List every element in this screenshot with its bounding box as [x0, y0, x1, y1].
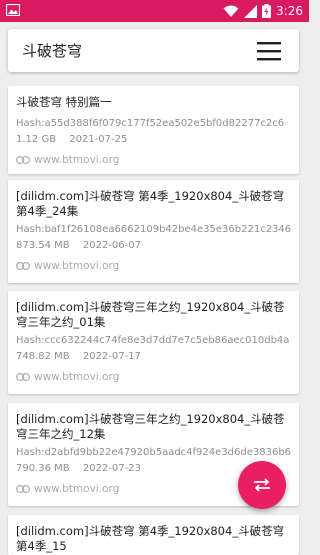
- result-size: 748.82 MB: [16, 351, 70, 362]
- result-source-label: www.btmovi.org: [34, 371, 120, 383]
- link-icon: [16, 373, 30, 381]
- result-meta: 873.54 MB 2022-06-07: [16, 240, 151, 251]
- result-source[interactable]: www.btmovi.org: [16, 260, 119, 272]
- swap-arrows-icon: [254, 478, 270, 492]
- result-card[interactable]: 斗破苍穹 特别篇一 Hash:a55d388f6f079c177f52ea502…: [8, 86, 299, 174]
- result-card[interactable]: [dilidm.com]斗破苍穹 第4季_1920x804_斗破苍穹第4季_24…: [8, 180, 299, 283]
- result-date: 2022-07-17: [82, 351, 141, 362]
- result-date: 2022-06-07: [82, 240, 141, 251]
- status-time: 3:26: [276, 4, 303, 18]
- result-card[interactable]: [dilidm.com]斗破苍穹三年之约_1920x804_斗破苍穹三年之约_0…: [8, 291, 299, 394]
- result-size: 790.36 MB: [16, 463, 70, 474]
- link-icon: [16, 485, 30, 493]
- signal-icon: [244, 4, 258, 18]
- result-date: 2021-07-25: [69, 134, 128, 145]
- battery-icon: [262, 4, 272, 18]
- link-icon: [16, 262, 30, 270]
- result-size: 1.12 GB: [16, 134, 57, 145]
- result-title: [dilidm.com]斗破苍穹三年之约_1920x804_斗破苍穹三年之约_1…: [16, 412, 285, 441]
- result-source[interactable]: www.btmovi.org: [16, 371, 119, 383]
- result-card[interactable]: [dilidm.com]斗破苍穹 第4季_1920x804_斗破苍穹第4季_15: [8, 515, 299, 555]
- app-bar: 斗破苍穹: [8, 29, 299, 72]
- result-source[interactable]: www.btmovi.org: [16, 154, 119, 166]
- result-title: [dilidm.com]斗破苍穹三年之约_1920x804_斗破苍穹三年之约_0…: [16, 300, 285, 329]
- result-hash: Hash:d2abfd9bb22e47920b5aadc4f924e3d6de3…: [16, 447, 292, 458]
- status-bar: 3:26: [0, 0, 309, 22]
- result-hash: Hash:a55d388f6f079c177f52ea502e5bf0d8227…: [16, 118, 285, 129]
- result-date: 2022-07-23: [82, 463, 141, 474]
- result-size: 873.54 MB: [16, 240, 70, 251]
- result-title: [dilidm.com]斗破苍穹 第4季_1920x804_斗破苍穹第4季_24…: [16, 189, 285, 218]
- result-meta: 1.12 GB 2021-07-25: [16, 134, 137, 145]
- result-source-label: www.btmovi.org: [34, 260, 120, 272]
- result-meta: 748.82 MB 2022-07-17: [16, 351, 151, 362]
- result-source[interactable]: www.btmovi.org: [16, 483, 119, 495]
- image-icon: [6, 4, 20, 16]
- result-source-label: www.btmovi.org: [34, 154, 120, 166]
- swap-fab-button[interactable]: [238, 461, 286, 509]
- result-title: 斗破苍穹 特别篇一: [16, 95, 112, 109]
- hamburger-menu-icon[interactable]: [257, 41, 281, 61]
- page-title: 斗破苍穹: [22, 42, 83, 60]
- result-meta: 790.36 MB 2022-07-23: [16, 463, 151, 474]
- result-hash: Hash:ccc632244c74fe8e3d7dd7e7c5eb86aec01…: [16, 335, 290, 346]
- link-icon: [16, 156, 30, 164]
- wifi-icon: [223, 5, 239, 17]
- result-hash: Hash:baf1f26108ea6662109b42be4e35e36b221…: [16, 224, 292, 235]
- result-source-label: www.btmovi.org: [34, 483, 120, 495]
